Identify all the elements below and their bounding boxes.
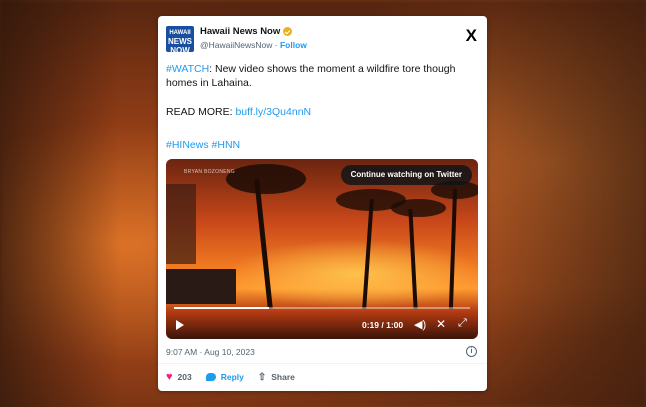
heart-icon: ♥ bbox=[166, 371, 173, 383]
palm-fronds-3 bbox=[391, 199, 446, 217]
share-button[interactable]: ⇧ Share bbox=[258, 372, 295, 383]
divider bbox=[158, 363, 487, 364]
tweet-timestamp[interactable]: 9:07 AM · Aug 10, 2023 bbox=[166, 347, 255, 357]
reply-icon bbox=[205, 373, 216, 381]
background-shade-left bbox=[0, 0, 120, 407]
share-label: Share bbox=[271, 372, 295, 382]
video-time: 0:19 / 1:00 bbox=[362, 320, 404, 330]
like-button[interactable]: ♥ 203 bbox=[166, 371, 192, 383]
palm-fronds-1 bbox=[226, 164, 306, 194]
hashtags-line: #HINews #HNN bbox=[166, 138, 240, 152]
background-shade-right bbox=[496, 0, 646, 407]
reply-label: Reply bbox=[220, 372, 244, 382]
hashtag-hinews[interactable]: #HINews bbox=[166, 139, 209, 151]
info-icon[interactable]: i bbox=[466, 346, 477, 357]
read-more-line: READ MORE: buff.ly/3Qu4nnN bbox=[166, 105, 311, 119]
account-name[interactable]: Hawaii News Now bbox=[200, 26, 293, 37]
like-count: 203 bbox=[177, 372, 192, 382]
close-x-icon[interactable]: ✕ bbox=[436, 317, 446, 331]
account-handle[interactable]: @HawaiiNewsNow bbox=[200, 40, 272, 50]
continue-watching-button[interactable]: Continue watching on Twitter bbox=[340, 165, 472, 185]
logo-text-hawaii: HAWAII bbox=[169, 30, 191, 36]
volume-icon[interactable]: ◀) bbox=[414, 318, 426, 331]
tweet-body-text: : New video shows the moment a wildfire … bbox=[166, 63, 456, 89]
reply-button[interactable]: Reply bbox=[205, 372, 244, 382]
account-name-label: Hawaii News Now bbox=[200, 26, 281, 37]
tweet-body: #WATCH: New video shows the moment a wil… bbox=[166, 62, 478, 90]
video-progress-bar[interactable] bbox=[174, 307, 470, 309]
video-controls: 0:19 / 1:00 ◀) ✕ ⤢ bbox=[174, 317, 470, 333]
video-watermark: BRYAN BOZONENG bbox=[184, 169, 235, 175]
x-logo-icon[interactable]: X bbox=[466, 27, 477, 44]
play-icon[interactable] bbox=[176, 320, 184, 330]
boat-silhouette bbox=[166, 269, 236, 304]
hashtag-watch[interactable]: #WATCH bbox=[166, 63, 209, 75]
handle-row: @HawaiiNewsNow · Follow bbox=[200, 40, 307, 50]
logo-text-now: NOW bbox=[170, 46, 190, 55]
tweet-actions: ♥ 203 Reply ⇧ Share bbox=[166, 370, 309, 384]
fullscreen-icon[interactable]: ⤢ bbox=[458, 317, 467, 330]
tweet-card: HAWAII NEWS NOW Hawaii News Now @HawaiiN… bbox=[158, 16, 487, 391]
hashtag-hnn[interactable]: #HNN bbox=[212, 139, 241, 151]
logo-text-news: NEWS bbox=[168, 37, 192, 46]
account-avatar[interactable]: HAWAII NEWS NOW bbox=[166, 26, 194, 55]
video-progress-fill bbox=[174, 307, 269, 309]
video-player[interactable]: BRYAN BOZONENG Continue watching on Twit… bbox=[166, 159, 478, 339]
read-more-link[interactable]: buff.ly/3Qu4nnN bbox=[235, 106, 311, 118]
verified-badge-icon bbox=[283, 27, 293, 36]
read-more-label: READ MORE: bbox=[166, 106, 236, 118]
share-icon: ⇧ bbox=[257, 371, 267, 383]
tweet-header: HAWAII NEWS NOW Hawaii News Now @HawaiiN… bbox=[166, 24, 479, 55]
follow-button[interactable]: Follow bbox=[280, 40, 307, 50]
structure-silhouette bbox=[166, 184, 196, 264]
handle-separator: · bbox=[272, 40, 280, 50]
